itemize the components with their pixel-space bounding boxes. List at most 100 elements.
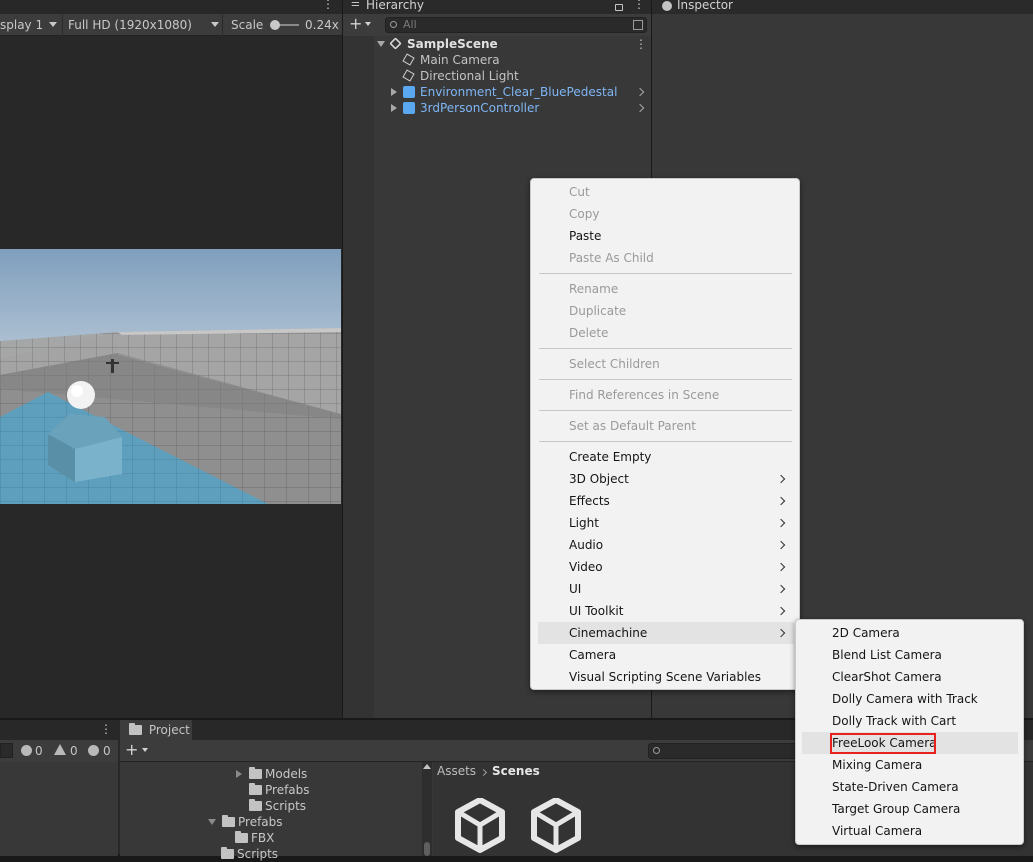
- resolution-dropdown[interactable]: Full HD (1920x1080): [62, 14, 222, 36]
- scroll-up-icon[interactable]: [423, 764, 431, 769]
- submenu-item-2d-camera[interactable]: 2D Camera: [802, 622, 1018, 644]
- menu-separator: [539, 348, 792, 349]
- submenu-item-dolly-camera-with-track[interactable]: Dolly Camera with Track: [802, 688, 1018, 710]
- menu-item-paste-as-child[interactable]: Paste As Child: [538, 247, 654, 269]
- menu-item-light[interactable]: Light: [538, 512, 599, 534]
- chevron-down-icon[interactable]: [365, 22, 371, 26]
- menu-item-duplicate[interactable]: Duplicate: [538, 300, 626, 322]
- unity-scene-asset-icon[interactable]: [455, 798, 505, 854]
- hierarchy-item[interactable]: Directional Light: [343, 68, 651, 84]
- expand-arrow-icon[interactable]: [377, 41, 385, 47]
- unity-scene-asset-icon[interactable]: [531, 798, 581, 854]
- chevron-down-icon[interactable]: [142, 748, 148, 752]
- submenu-item-dolly-track-with-cart[interactable]: Dolly Track with Cart: [802, 710, 1018, 732]
- info-message-icon[interactable]: [88, 745, 99, 756]
- kebab-menu-icon[interactable]: ⋮: [100, 722, 112, 736]
- kebab-menu-icon[interactable]: ⋮: [322, 0, 334, 11]
- menu-item-3d-object[interactable]: 3D Object: [538, 468, 629, 490]
- folder-label: Models: [265, 767, 308, 781]
- search-icon: [390, 21, 397, 28]
- chevron-right-icon: [776, 474, 786, 484]
- menu-item-rename[interactable]: Rename: [538, 278, 618, 300]
- expand-arrow-icon[interactable]: [391, 104, 397, 112]
- submenu-item-clearshot-camera[interactable]: ClearShot Camera: [802, 666, 1018, 688]
- menu-item-audio[interactable]: Audio: [538, 534, 603, 556]
- folder-icon: [249, 767, 262, 779]
- menu-item-create-empty[interactable]: Create Empty: [538, 446, 651, 468]
- menu-item-delete[interactable]: Delete: [538, 322, 608, 344]
- kebab-menu-icon[interactable]: ⋮: [635, 36, 647, 52]
- menu-item-paste[interactable]: Paste: [538, 225, 601, 247]
- display-label: splay 1: [0, 18, 44, 32]
- submenu-item-mixing-camera[interactable]: Mixing Camera: [802, 754, 1018, 776]
- console-tab-bar: ⋮: [0, 720, 118, 740]
- breadcrumb-assets[interactable]: Assets: [437, 764, 476, 778]
- menu-item-cinemachine[interactable]: Cinemachine: [538, 622, 794, 644]
- lock-icon[interactable]: [615, 4, 623, 11]
- create-asset-button[interactable]: +: [125, 740, 138, 760]
- hierarchy-item-label: Directional Light: [420, 69, 519, 83]
- submenu-item-target-group-camera[interactable]: Target Group Camera: [802, 798, 1018, 820]
- search-placeholder: All: [403, 18, 417, 31]
- hierarchy-tab-title[interactable]: Hierarchy: [366, 0, 424, 12]
- menu-item-find-references[interactable]: Find References in Scene: [538, 384, 719, 406]
- inspector-tab-title[interactable]: Inspector: [677, 0, 733, 12]
- warning-icon[interactable]: [54, 744, 66, 755]
- chevron-right-icon: [776, 562, 786, 572]
- hierarchy-item[interactable]: Environment_Clear_BluePedestal: [343, 84, 651, 100]
- scale-label: Scale: [231, 18, 264, 32]
- submenu-item-blend-list-camera[interactable]: Blend List Camera: [802, 644, 1018, 666]
- menu-item-visual-scripting-scene-variables[interactable]: Visual Scripting Scene Variables: [538, 666, 761, 688]
- submenu-item-virtual-camera[interactable]: Virtual Camera: [802, 820, 1018, 842]
- folder-tree-item[interactable]: Scripts: [249, 798, 306, 814]
- kebab-menu-icon[interactable]: ⋮: [633, 0, 645, 11]
- hierarchy-tab-bar: ☰ Hierarchy ⋮: [343, 0, 651, 14]
- chevron-right-icon[interactable]: [635, 103, 645, 113]
- folder-icon: [129, 723, 142, 735]
- add-object-button[interactable]: +: [349, 14, 362, 34]
- folder-tree-item[interactable]: Scripts: [221, 846, 278, 862]
- folder-tree-scrollbar[interactable]: [422, 762, 432, 856]
- chevron-right-icon: [479, 768, 488, 777]
- project-tab[interactable]: Project: [120, 720, 192, 740]
- scale-slider-handle[interactable]: [270, 20, 280, 30]
- menu-item-copy[interactable]: Copy: [538, 203, 599, 225]
- display-dropdown[interactable]: splay 1: [0, 14, 62, 36]
- expand-arrow-icon[interactable]: [208, 819, 216, 825]
- breadcrumb-scenes[interactable]: Scenes: [492, 764, 540, 778]
- menu-item-select-children[interactable]: Select Children: [538, 353, 660, 375]
- menu-item-set-default-parent[interactable]: Set as Default Parent: [538, 415, 696, 437]
- console-toolbar: 0 0 0: [0, 740, 118, 762]
- chevron-down-icon: [211, 22, 219, 27]
- folder-tree-item[interactable]: Prefabs: [249, 782, 310, 798]
- hierarchy-search-input[interactable]: All: [385, 17, 647, 33]
- folder-tree-item[interactable]: FBX: [235, 830, 274, 846]
- error-icon[interactable]: [21, 745, 32, 756]
- search-icon: [653, 747, 660, 754]
- chevron-right-icon[interactable]: [635, 87, 645, 97]
- menu-separator: [539, 410, 792, 411]
- folder-tree-item[interactable]: Prefabs: [208, 814, 283, 830]
- scene-render-svg: [0, 249, 341, 504]
- menu-item-ui-toolkit[interactable]: UI Toolkit: [538, 600, 623, 622]
- search-filter-icon[interactable]: [633, 20, 643, 30]
- menu-separator: [539, 379, 792, 380]
- scale-slider[interactable]: [270, 20, 299, 30]
- hierarchy-item[interactable]: Main Camera: [343, 52, 651, 68]
- folder-tree-item[interactable]: Models: [236, 766, 307, 782]
- expand-arrow-icon[interactable]: [391, 88, 397, 96]
- freelook-highlight-box: [830, 733, 936, 754]
- menu-item-cut[interactable]: Cut: [538, 181, 590, 203]
- menu-item-ui[interactable]: UI: [538, 578, 581, 600]
- hierarchy-item[interactable]: 3rdPersonController: [343, 100, 651, 116]
- menu-separator: [539, 273, 792, 274]
- submenu-item-state-driven-camera[interactable]: State-Driven Camera: [802, 776, 1018, 798]
- menu-item-camera[interactable]: Camera: [538, 644, 616, 666]
- folder-label: Prefabs: [238, 815, 283, 829]
- folder-open-icon: [222, 815, 235, 827]
- menu-item-effects[interactable]: Effects: [538, 490, 610, 512]
- scene-row[interactable]: SampleScene ⋮: [343, 36, 651, 52]
- expand-arrow-icon[interactable]: [236, 770, 242, 778]
- console-search-input[interactable]: [0, 743, 13, 758]
- menu-item-video[interactable]: Video: [538, 556, 603, 578]
